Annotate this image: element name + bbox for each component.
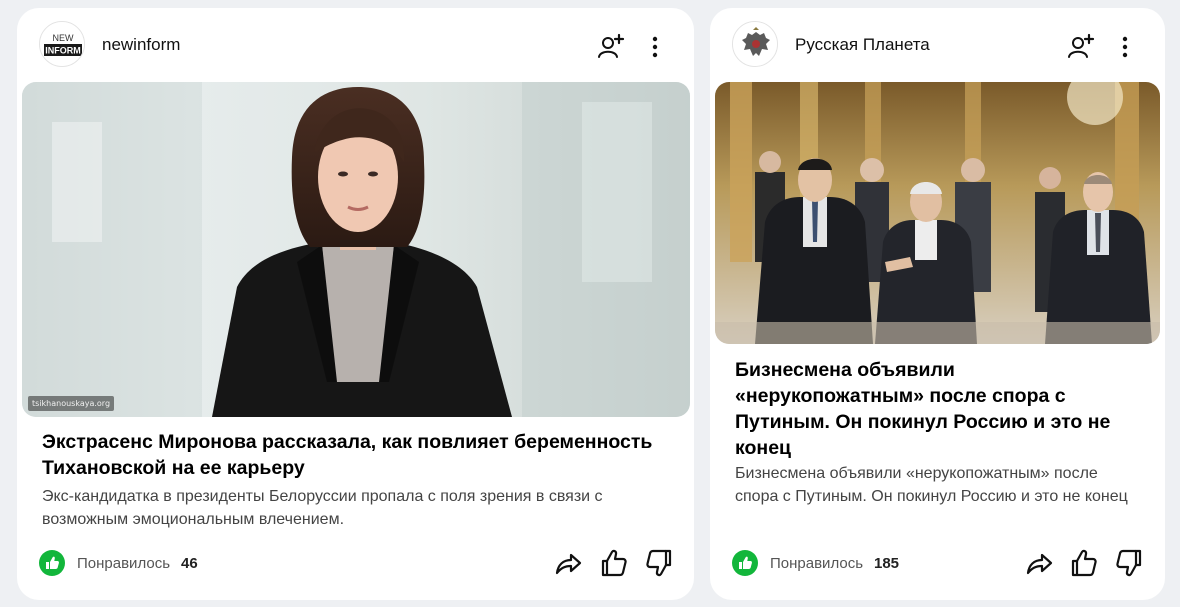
thumb-down-icon xyxy=(1116,549,1142,577)
article-image[interactable] xyxy=(715,82,1160,344)
source-name[interactable]: Русская Планета xyxy=(795,35,930,55)
group-photo xyxy=(715,82,1160,344)
source-avatar[interactable]: NEW INFORM xyxy=(39,21,85,67)
likes-count: 46 xyxy=(181,555,198,572)
source-name[interactable]: newinform xyxy=(102,35,180,55)
more-options-button[interactable] xyxy=(645,33,665,61)
thumb-down-icon xyxy=(646,549,672,577)
card-footer: Понравилось 46 xyxy=(17,548,694,578)
logo-text-bottom: INFORM xyxy=(45,46,81,56)
share-arrow-icon xyxy=(1026,553,1053,575)
card-header: Русская Планета xyxy=(710,8,1165,82)
card-footer: Понравилось 185 xyxy=(710,548,1165,578)
like-button[interactable] xyxy=(599,548,629,578)
more-options-button[interactable] xyxy=(1115,33,1135,61)
dislike-button[interactable] xyxy=(1114,548,1144,578)
thumb-up-icon xyxy=(1071,549,1097,577)
subscribe-button[interactable] xyxy=(597,33,625,61)
likes-label: Понравилось xyxy=(77,555,171,572)
thumb-up-filled-icon xyxy=(739,556,752,569)
feed-card[interactable]: Русская Планета Бизнесмена объявили «нер… xyxy=(710,8,1165,600)
article-title[interactable]: Экстрасенс Миронова рассказала, как повл… xyxy=(42,429,682,481)
more-vertical-icon xyxy=(652,36,658,58)
likes-badge xyxy=(39,550,65,576)
add-user-icon xyxy=(598,33,625,58)
add-user-icon xyxy=(1068,33,1095,58)
more-vertical-icon xyxy=(1122,36,1128,58)
subscribe-button[interactable] xyxy=(1067,33,1095,61)
photo-caption: tsikhanouskaya.org xyxy=(28,396,115,411)
article-snippet[interactable]: Бизнесмена объявили «нерукопожатным» пос… xyxy=(735,462,1145,508)
article-title[interactable]: Бизнесмена объявили «нерукопожатным» пос… xyxy=(735,357,1145,461)
newinform-logo-icon: NEW INFORM xyxy=(40,22,84,66)
share-button[interactable] xyxy=(553,548,583,578)
thumb-up-filled-icon xyxy=(46,556,59,569)
share-arrow-icon xyxy=(555,553,582,575)
eagle-emblem-icon xyxy=(733,22,777,66)
feed-card[interactable]: NEW INFORM newinform tsikhanouskaya.org … xyxy=(17,8,694,600)
source-avatar[interactable] xyxy=(732,21,778,67)
dislike-button[interactable] xyxy=(644,548,674,578)
article-snippet[interactable]: Экс-кандидатка в президенты Белоруссии п… xyxy=(42,485,682,531)
article-image[interactable]: tsikhanouskaya.org xyxy=(22,82,690,417)
card-header: NEW INFORM newinform xyxy=(17,8,694,82)
thumb-up-icon xyxy=(601,549,627,577)
portrait-photo xyxy=(22,82,690,417)
likes-badge xyxy=(732,550,758,576)
likes-label: Понравилось xyxy=(770,555,864,572)
logo-text-top: NEW xyxy=(53,33,75,43)
share-button[interactable] xyxy=(1024,548,1054,578)
like-button[interactable] xyxy=(1069,548,1099,578)
likes-count: 185 xyxy=(874,555,900,572)
